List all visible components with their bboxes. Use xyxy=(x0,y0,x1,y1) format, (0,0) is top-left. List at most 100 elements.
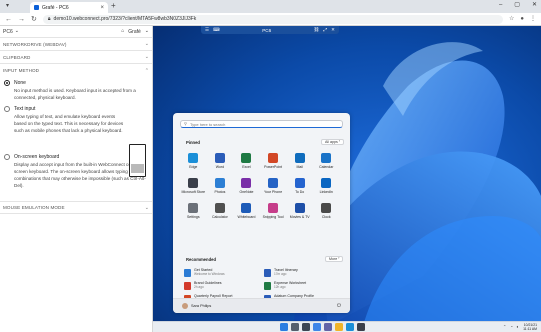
app-label: Clock xyxy=(321,215,331,219)
new-tab-icon[interactable]: + xyxy=(111,2,116,10)
section-mouse-emulation[interactable]: MOUSE EMULATION MODE ⌄ xyxy=(0,201,152,214)
favicon-icon xyxy=(34,5,39,10)
machine-selector[interactable]: PC6 ⌄ xyxy=(3,29,121,35)
pinned-app-powerpoint[interactable]: PowerPoint xyxy=(260,151,287,176)
pinned-app-your-phone[interactable]: Your Phone xyxy=(260,176,287,201)
maximize-icon[interactable]: ▢ xyxy=(514,2,520,8)
app-label: Calculator xyxy=(212,215,228,219)
recommended-item[interactable]: Expense Worksheet 12h ago xyxy=(264,281,344,294)
start-menu: ⚲ Type here to search Pinned All apps › … xyxy=(173,113,350,313)
radio-text-input[interactable] xyxy=(4,106,10,112)
document-icon xyxy=(184,269,191,277)
user-account-button[interactable]: Sara Philips xyxy=(182,303,211,309)
back-icon[interactable]: ← xyxy=(5,16,12,23)
bookmark-star-icon[interactable]: ☆ xyxy=(509,16,514,22)
to-do-icon xyxy=(294,178,305,188)
pinned-app-onenote[interactable]: OneNote xyxy=(233,176,260,201)
pinned-apps-grid: Edge Word Excel PowerPoint Mail Calendar Micro… xyxy=(180,151,340,226)
pinned-app-linkedin[interactable]: LinkedIn xyxy=(313,176,340,201)
section-title: INPUT METHOD xyxy=(3,68,40,73)
section-network-drive[interactable]: NETWORKDRIVE (WEBDAV) ⌄ xyxy=(0,38,152,51)
edge-icon[interactable] xyxy=(346,323,354,331)
remote-desktop-view[interactable]: ☰ ⌨ PC6 ⛓ ⤢ ✕ ⚲ Type here to search Pinn… xyxy=(153,26,541,332)
pinned-app-excel[interactable]: Excel xyxy=(233,151,260,176)
option-none[interactable]: None No input method is used. Keyboard i… xyxy=(0,79,152,105)
chevron-right-icon: › xyxy=(338,256,340,261)
pinned-app-edge[interactable]: Edge xyxy=(180,151,207,176)
option-description: No input method is used. Keyboard input … xyxy=(14,88,136,100)
file-explorer-icon[interactable] xyxy=(335,323,343,331)
section-input-method[interactable]: INPUT METHOD ⌃ xyxy=(0,64,152,77)
pinned-app-movies-tv[interactable]: Movies & TV xyxy=(286,201,313,226)
forward-icon[interactable]: → xyxy=(18,16,25,23)
snipping-tool-icon xyxy=(268,203,279,213)
search-icon: ⚲ xyxy=(184,121,187,126)
volume-icon[interactable]: 🔈︎ xyxy=(517,325,519,329)
task-view-icon[interactable] xyxy=(302,323,310,331)
document-icon xyxy=(264,282,271,290)
close-tab-icon[interactable]: × xyxy=(100,5,104,11)
tab-search-icon[interactable]: ▾ xyxy=(6,3,9,9)
recommended-item[interactable]: Brand Guidelines 2h ago xyxy=(184,281,264,294)
profile-icon[interactable]: ● xyxy=(520,16,524,22)
clock[interactable]: 10/21/21 11:11 AM xyxy=(523,323,537,331)
minimize-icon[interactable]: – xyxy=(499,2,502,8)
wifi-icon[interactable]: ◔ xyxy=(510,325,512,329)
app-label: PowerPoint xyxy=(264,165,283,169)
reload-icon[interactable]: ↻ xyxy=(31,16,37,23)
close-window-icon[interactable]: ✕ xyxy=(532,2,537,8)
section-clipboard[interactable]: CLIPBOARD ⌄ xyxy=(0,51,152,64)
recommended-item[interactable]: Get Started Welcome to Windows xyxy=(184,268,264,281)
link-icon[interactable]: ⛓ xyxy=(314,27,320,33)
pinned-app-calendar[interactable]: Calendar xyxy=(313,151,340,176)
search-icon[interactable] xyxy=(291,323,299,331)
radio-on-screen-keyboard[interactable] xyxy=(4,154,10,160)
pinned-app-clock[interactable]: Clock xyxy=(313,201,340,226)
start-icon[interactable] xyxy=(280,323,288,331)
pinned-app-whiteboard[interactable]: Whiteboard xyxy=(233,201,260,226)
pinned-app-mail[interactable]: Mail xyxy=(286,151,313,176)
app-label: Your Phone xyxy=(263,190,283,194)
pinned-heading: Pinned xyxy=(186,140,200,145)
power-icon[interactable]: ⏻ xyxy=(337,303,341,309)
all-apps-button[interactable]: All apps › xyxy=(321,139,344,145)
tab-title: Grafé - PC6 xyxy=(42,4,69,11)
keyboard-icon[interactable]: ⌨ xyxy=(213,27,220,33)
fullscreen-icon[interactable]: ⤢ xyxy=(323,27,327,33)
pinned-app-microsoft-store[interactable]: Microsoft Store xyxy=(180,176,207,201)
store-icon[interactable] xyxy=(357,323,365,331)
recommended-item[interactable]: Travel Itinerary 17m ago xyxy=(264,268,344,281)
app-label: To Do xyxy=(295,190,305,194)
user-display-name: Sara Philips xyxy=(191,304,212,308)
menu-icon[interactable]: ☰ xyxy=(205,27,209,33)
widgets-icon[interactable] xyxy=(313,323,321,331)
pinned-app-to-do[interactable]: To Do xyxy=(286,176,313,201)
chevron-up-icon[interactable]: ⌃ xyxy=(503,325,506,329)
system-tray: ⌃ ◔ 🔈︎ 10/21/21 11:11 AM xyxy=(503,323,537,331)
browser-tab[interactable]: Grafé - PC6 × xyxy=(30,2,108,13)
session-title: PC6 xyxy=(262,27,272,33)
recommended-subtitle: 12h ago xyxy=(274,285,286,290)
user-name[interactable]: Grafé xyxy=(128,29,141,35)
more-button[interactable]: More › xyxy=(325,256,344,262)
pinned-app-photos[interactable]: Photos xyxy=(207,176,234,201)
pinned-app-snipping-tool[interactable]: Snipping Tool xyxy=(260,201,287,226)
pinned-app-settings[interactable]: Settings xyxy=(180,201,207,226)
close-session-icon[interactable]: ✕ xyxy=(331,27,335,33)
pinned-app-word[interactable]: Word xyxy=(207,151,234,176)
start-search-box[interactable]: ⚲ Type here to search xyxy=(180,120,343,128)
pinned-app-calculator[interactable]: Calculator xyxy=(207,201,234,226)
radio-none[interactable] xyxy=(4,80,10,86)
avatar xyxy=(182,303,188,309)
app-label: Photos xyxy=(214,190,226,194)
connection-settings-panel: PC6 ⌄ ⌂ Grafé ⌄ NETWORKDRIVE (WEBDAV) ⌄ … xyxy=(0,26,153,332)
recommended-heading: Recommended xyxy=(186,257,217,262)
recommended-subtitle: 2h ago xyxy=(194,285,204,290)
home-icon[interactable]: ⌂ xyxy=(121,29,124,34)
url-field[interactable]: 🔒︎ demo10.webconnect.pro/7323/?client/MT… xyxy=(42,14,503,24)
chevron-down-icon[interactable]: ⌄ xyxy=(145,29,149,34)
teams-chat-icon[interactable] xyxy=(324,323,332,331)
option-description: Allow typing of text, and emulate keyboa… xyxy=(14,114,124,133)
menu-kebab-icon[interactable]: ⋮ xyxy=(530,16,536,22)
calendar-icon xyxy=(321,153,332,163)
